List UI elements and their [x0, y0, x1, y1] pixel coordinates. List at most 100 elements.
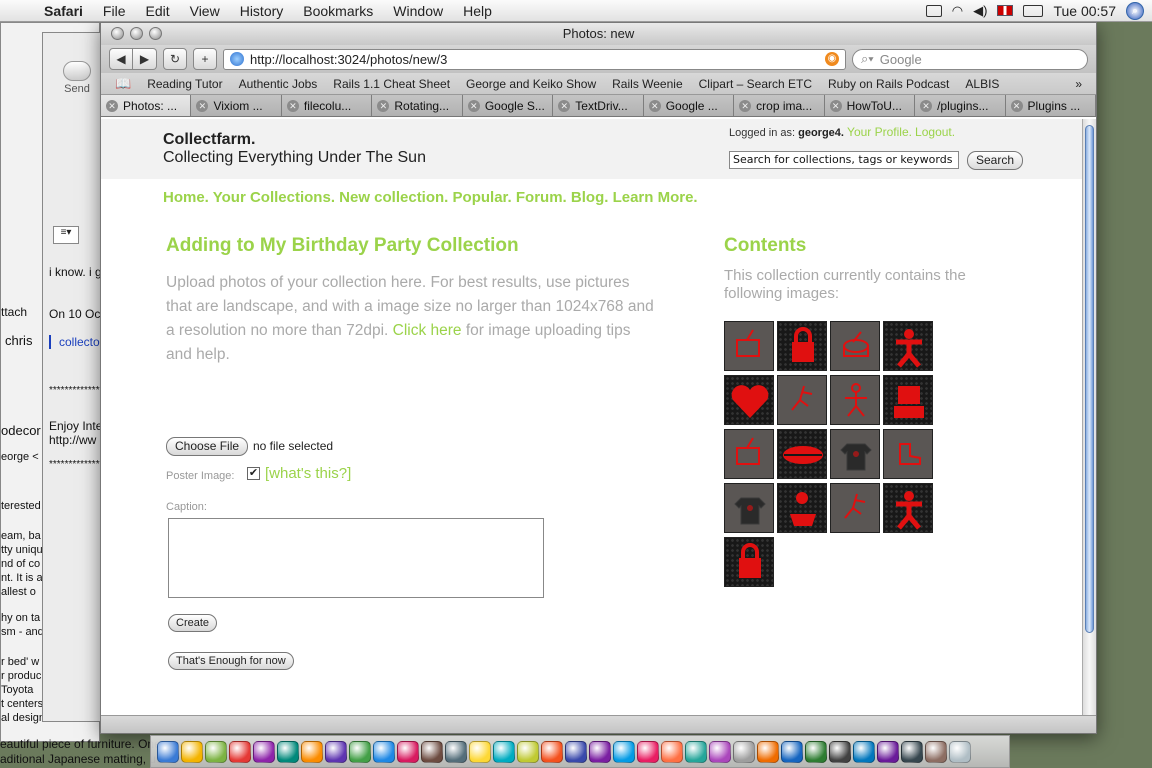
mail-format-popup[interactable]: ≡▾	[53, 226, 79, 244]
dock-app-icon[interactable]	[541, 740, 563, 763]
input-flag-icon[interactable]	[997, 5, 1014, 16]
dock-app-icon[interactable]	[757, 740, 779, 763]
upload-tips-link[interactable]: Click here	[393, 322, 462, 339]
collection-thumbnail[interactable]	[777, 429, 827, 479]
bookmark-item[interactable]: Clipart – Search ETC	[699, 77, 812, 91]
reload-button[interactable]: ↻	[163, 48, 187, 70]
chevron-more-icon[interactable]: »	[1075, 77, 1082, 91]
add-bookmark-button[interactable]: +	[193, 48, 217, 70]
close-tab-icon[interactable]: ✕	[1010, 99, 1023, 112]
tab-plugins-path[interactable]: ✕ /plugins...	[915, 95, 1006, 116]
dock-app-icon[interactable]	[613, 740, 635, 763]
profile-link[interactable]: Your Profile.	[847, 125, 912, 139]
wifi-icon[interactable]: ◠	[952, 3, 963, 19]
close-tab-icon[interactable]: ✕	[739, 99, 752, 112]
close-tab-icon[interactable]: ✕	[106, 99, 118, 112]
minimize-window-button[interactable]	[130, 27, 143, 40]
dock-app-icon[interactable]	[685, 740, 707, 763]
collection-thumbnail[interactable]	[830, 483, 880, 533]
dock-app-icon[interactable]	[325, 740, 347, 763]
nav-home[interactable]: Home.	[163, 189, 209, 206]
menu-file[interactable]: File	[93, 3, 136, 19]
battery-icon[interactable]	[1023, 4, 1044, 17]
site-search-button[interactable]: Search	[967, 151, 1024, 170]
dock-app-icon[interactable]	[565, 740, 587, 763]
collection-thumbnail[interactable]	[830, 321, 880, 371]
zoom-window-button[interactable]	[149, 27, 162, 40]
tab-google-s[interactable]: ✕ Google S...	[462, 95, 554, 116]
dock-app-icon[interactable]	[733, 740, 755, 763]
dock-app-icon[interactable]	[469, 740, 491, 763]
dock-app-icon[interactable]	[853, 740, 875, 763]
forward-button[interactable]: ▶	[133, 48, 157, 70]
site-brand[interactable]: Collectfarm. Collecting Everything Under…	[163, 131, 426, 167]
mail-send-button[interactable]: Send	[57, 61, 97, 95]
close-tab-icon[interactable]: ✕	[196, 99, 209, 112]
google-search-field[interactable]: ⌕▾ Google	[852, 48, 1088, 70]
bookmark-item[interactable]: Authentic Jobs	[239, 77, 318, 91]
collection-thumbnail[interactable]	[830, 375, 880, 425]
nav-forum[interactable]: Forum.	[516, 189, 567, 206]
spotlight-icon[interactable]: ⌕	[1126, 1, 1144, 20]
menu-bookmarks[interactable]: Bookmarks	[293, 3, 383, 19]
collection-thumbnail[interactable]	[777, 375, 827, 425]
dock-app-icon[interactable]	[637, 740, 659, 763]
collection-thumbnail[interactable]	[777, 321, 827, 371]
dock-app-icon[interactable]	[517, 740, 539, 763]
collection-thumbnail[interactable]	[830, 429, 880, 479]
logout-link[interactable]: Logout.	[915, 125, 955, 139]
bookmarks-book-icon[interactable]: 📖	[115, 76, 131, 92]
close-tab-icon[interactable]: ✕	[377, 99, 390, 112]
dock-app-icon[interactable]	[229, 740, 251, 763]
tab-howtouse[interactable]: ✕ HowToU...	[824, 95, 916, 116]
menu-history[interactable]: History	[230, 3, 294, 19]
collection-thumbnail[interactable]	[883, 375, 933, 425]
collection-thumbnail[interactable]	[883, 429, 933, 479]
close-tab-icon[interactable]: ✕	[648, 99, 661, 112]
collection-thumbnail[interactable]	[724, 321, 774, 371]
dock-app-icon[interactable]	[181, 740, 203, 763]
tab-filecolumn[interactable]: ✕ filecolu...	[281, 95, 373, 116]
close-window-button[interactable]	[111, 27, 124, 40]
bookmark-item[interactable]: Reading Tutor	[147, 77, 222, 91]
dock-app-icon[interactable]	[421, 740, 443, 763]
dock-app-icon[interactable]	[445, 740, 467, 763]
tab-crop-image[interactable]: ✕ crop ima...	[734, 95, 825, 116]
dock-app-icon[interactable]	[349, 740, 371, 763]
create-button[interactable]: Create	[168, 614, 218, 632]
bookmark-item[interactable]: Ruby on Rails Podcast	[828, 77, 949, 91]
thats-enough-button[interactable]: That's Enough for now	[168, 652, 294, 670]
nav-popular[interactable]: Popular.	[453, 189, 512, 206]
menu-window[interactable]: Window	[383, 3, 453, 19]
rss-icon[interactable]: ◉	[825, 52, 839, 66]
dock-app-icon[interactable]	[373, 740, 395, 763]
dock-app-icon[interactable]	[157, 740, 179, 763]
tab-photos[interactable]: ✕ Photos: ...	[101, 95, 192, 116]
dock-app-icon[interactable]	[949, 740, 971, 763]
collection-thumbnail[interactable]	[724, 537, 774, 587]
dock-app-icon[interactable]	[205, 740, 227, 763]
close-tab-icon[interactable]: ✕	[920, 99, 933, 112]
close-tab-icon[interactable]: ✕	[829, 99, 842, 112]
display-icon[interactable]	[925, 4, 942, 17]
close-tab-icon[interactable]: ✕	[558, 99, 571, 112]
dock-app-icon[interactable]	[277, 740, 299, 763]
dock-app-icon[interactable]	[781, 740, 803, 763]
dock-app-icon[interactable]	[829, 740, 851, 763]
bookmark-item[interactable]: Rails Weenie	[612, 77, 682, 91]
dock-app-icon[interactable]	[709, 740, 731, 763]
scrollbar-thumb[interactable]	[1085, 125, 1094, 633]
close-tab-icon[interactable]: ✕	[286, 99, 299, 112]
tab-rotating[interactable]: ✕ Rotating...	[372, 95, 463, 116]
dock-app-icon[interactable]	[925, 740, 947, 763]
collection-thumbnail[interactable]	[883, 321, 933, 371]
close-tab-icon[interactable]: ✕	[467, 99, 480, 112]
collection-thumbnail[interactable]	[724, 375, 774, 425]
dock-app-icon[interactable]	[589, 740, 611, 763]
bookmark-item[interactable]: Rails 1.1 Cheat Sheet	[333, 77, 450, 91]
nav-blog[interactable]: Blog.	[571, 189, 609, 206]
bookmark-item[interactable]: George and Keiko Show	[466, 77, 596, 91]
collection-thumbnail[interactable]	[777, 483, 827, 533]
dock-app-icon[interactable]	[901, 740, 923, 763]
dock-app-icon[interactable]	[493, 740, 515, 763]
